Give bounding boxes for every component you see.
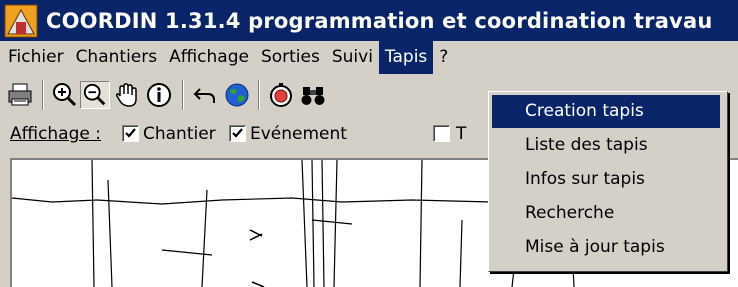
- toolbar-separator: [182, 80, 184, 110]
- t-checkbox[interactable]: [433, 125, 450, 142]
- chantier-checkbox-label: Chantier: [143, 124, 216, 144]
- app-logo-icon: [4, 4, 38, 38]
- menu-bar: Fichier Chantiers Affichage Sorties Suiv…: [0, 41, 738, 74]
- menu-item-liste-des-tapis[interactable]: Liste des tapis: [492, 129, 720, 162]
- menu-help[interactable]: ?: [433, 41, 454, 74]
- menu-item-recherche[interactable]: Recherche: [492, 197, 720, 230]
- globe-icon[interactable]: [222, 81, 252, 109]
- t-checkbox-label: T: [456, 124, 467, 144]
- zoom-out-icon[interactable]: [80, 81, 110, 109]
- menu-chantiers[interactable]: Chantiers: [70, 41, 164, 74]
- menu-suivi[interactable]: Suivi: [326, 41, 379, 74]
- evenement-checkbox[interactable]: [229, 125, 246, 142]
- menu-fichier[interactable]: Fichier: [0, 41, 70, 74]
- menu-item-mise-a-jour-tapis[interactable]: Mise à jour tapis: [492, 231, 720, 264]
- toolbar-separator: [258, 80, 260, 110]
- menu-tapis[interactable]: Tapis: [378, 41, 434, 74]
- display-label: Affichage :: [10, 124, 101, 144]
- toolbar-separator: [42, 80, 44, 110]
- menu-affichage[interactable]: Affichage: [163, 41, 255, 74]
- info-icon[interactable]: [144, 81, 174, 109]
- tapis-dropdown-menu: Creation tapis Liste des tapis Infos sur…: [488, 91, 728, 272]
- map-marker-cross: [249, 229, 263, 241]
- printer-icon[interactable]: [6, 81, 36, 109]
- evenement-checkbox-label: Evénement: [250, 124, 347, 144]
- title-bar: COORDIN 1.31.4 programmation et coordina…: [0, 0, 738, 41]
- pan-hand-icon[interactable]: [112, 81, 142, 109]
- chantier-checkbox[interactable]: [122, 125, 139, 142]
- compass-icon[interactable]: [266, 81, 296, 109]
- binoculars-icon[interactable]: [298, 81, 328, 109]
- window-title: COORDIN 1.31.4 programmation et coordina…: [46, 8, 713, 33]
- menu-item-infos-sur-tapis[interactable]: Infos sur tapis: [492, 163, 720, 196]
- zoom-in-icon[interactable]: [50, 81, 80, 109]
- undo-icon[interactable]: [190, 81, 220, 109]
- menu-item-creation-tapis[interactable]: Creation tapis: [492, 95, 720, 128]
- menu-sorties[interactable]: Sorties: [255, 41, 326, 74]
